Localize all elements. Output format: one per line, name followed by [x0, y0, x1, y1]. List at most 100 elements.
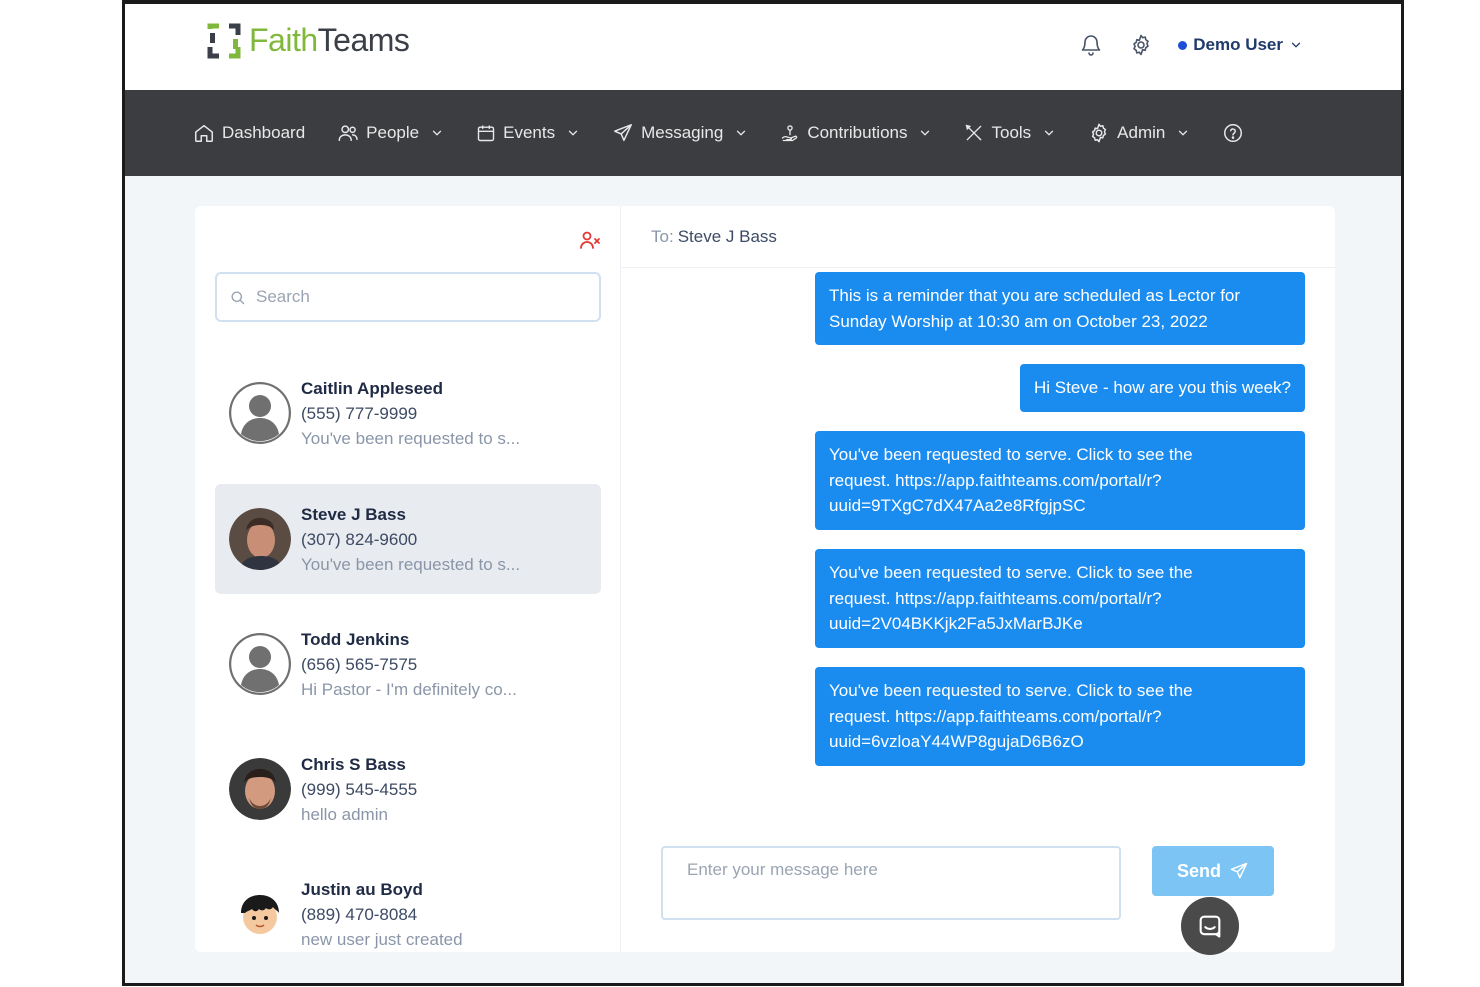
home-icon: [195, 124, 213, 142]
message-link[interactable]: uuid=6vzloaY44WP8gujaD6B6zO: [829, 729, 1291, 755]
contacts-panel: Caitlin Appleseed (555) 777-9999 You've …: [195, 206, 621, 952]
support-chat-launcher[interactable]: [1181, 897, 1239, 955]
contact-item[interactable]: Chris S Bass (999) 545-4555 hello admin: [215, 734, 601, 844]
faithteams-logo[interactable]: FaithTeams: [207, 22, 410, 59]
nav-dashboard-label: Dashboard: [222, 123, 306, 142]
paper-plane-icon: [1230, 862, 1248, 879]
notifications-button[interactable]: [1078, 32, 1104, 58]
chevron-down-icon: [921, 130, 930, 136]
default-avatar-icon: [229, 382, 291, 444]
user-menu[interactable]: Demo User: [1178, 35, 1303, 55]
contact-name: Steve J Bass: [301, 504, 406, 524]
contact-info: Caitlin Appleseed (555) 777-9999 You've …: [301, 376, 520, 451]
contact-item[interactable]: Todd Jenkins (656) 565-7575 Hi Pastor - …: [215, 609, 601, 719]
contact-preview: You've been requested to s...: [301, 554, 521, 574]
gear-icon: [1092, 123, 1107, 143]
contact-phone: (656) 565-7575: [301, 654, 418, 674]
message-line: Sunday Worship at 10:30 am on October 23…: [829, 311, 1208, 331]
cartoon-avatar-icon: [229, 883, 291, 945]
contact-name: Justin au Boyd: [301, 879, 423, 899]
message-link[interactable]: uuid=2V04BKKjk2Fa5JxMarBJKe: [829, 611, 1291, 637]
contact-info: Todd Jenkins (656) 565-7575 Hi Pastor - …: [301, 627, 517, 702]
avatar: [229, 508, 291, 570]
chevron-down-icon: [737, 130, 746, 136]
logo-text-teams: Teams: [317, 22, 410, 58]
nav-dashboard[interactable]: Dashboard: [193, 122, 305, 144]
settings-button[interactable]: [1128, 32, 1154, 58]
tools-icon: [966, 124, 982, 141]
message-line: Hi Steve - how are you this week?: [1033, 378, 1291, 397]
contact-preview: Hi Pastor - I'm definitely co...: [301, 679, 517, 699]
conversation-panel: To: Steve J Bass This is a reminder that…: [622, 206, 1335, 952]
contact-phone: (889) 470-8084: [301, 904, 418, 924]
remove-contact-button[interactable]: [578, 228, 602, 257]
logo-text: FaithTeams: [249, 22, 410, 59]
recipient-name: Steve J Bass: [677, 226, 777, 246]
send-button[interactable]: Send: [1152, 846, 1274, 896]
paper-plane-icon: [614, 124, 633, 142]
gear-icon: [1133, 34, 1150, 56]
chevron-down-icon: [568, 130, 578, 136]
user-remove-icon: [580, 231, 600, 249]
message-line: You've been requested to serve. Click to…: [829, 445, 1193, 464]
contact-item[interactable]: Justin au Boyd (889) 470-8084 new user j…: [215, 859, 601, 969]
top-header: FaithTeams Demo User: [125, 4, 1401, 90]
avatar: [229, 633, 291, 695]
message-line: This is a reminder that you are schedule…: [829, 286, 1241, 305]
nav-tools[interactable]: Tools: [964, 123, 1056, 143]
logo-text-faith: Faith: [249, 22, 318, 58]
contact-preview: hello admin: [301, 804, 388, 824]
message-link[interactable]: request. https://app.faithteams.com/port…: [829, 468, 1291, 494]
message-line: You've been requested to serve. Click to…: [829, 681, 1193, 700]
nav-messaging[interactable]: Messaging: [612, 122, 748, 144]
online-status-dot: [1178, 40, 1188, 50]
nav-events-label: Events: [503, 123, 556, 142]
message-input[interactable]: [661, 846, 1121, 920]
nav-events[interactable]: Events: [476, 123, 580, 143]
contact-preview: new user just created: [301, 929, 463, 949]
search-input[interactable]: [256, 287, 576, 307]
contact-item-selected[interactable]: Steve J Bass (307) 824-9600 You've been …: [215, 484, 601, 594]
contact-info: Chris S Bass (999) 545-4555 hello admin: [301, 752, 417, 827]
avatar: [229, 758, 291, 820]
search-icon: [231, 290, 245, 304]
chevron-down-icon: [432, 130, 442, 136]
calendar-icon: [477, 125, 495, 142]
help-circle-icon: [1224, 124, 1243, 142]
send-label: Send: [1176, 860, 1221, 881]
message-bubble: You've been requested to serve. Click to…: [815, 431, 1305, 530]
message-line: You've been requested to serve. Click to…: [829, 563, 1193, 582]
nav-admin-label: Admin: [1117, 123, 1166, 142]
contact-phone: (999) 545-4555: [301, 779, 418, 799]
nav-people[interactable]: People: [337, 122, 444, 144]
chevron-down-icon: [1179, 130, 1188, 136]
contact-phone: (555) 777-9999: [301, 403, 418, 423]
main-nav: Dashboard People Events Messaging Contri…: [125, 90, 1401, 176]
contact-info: Steve J Bass (307) 824-9600 You've been …: [301, 502, 520, 577]
recipient-bar: To: Steve J Bass: [622, 206, 1335, 268]
people-icon: [338, 125, 358, 142]
header-actions: Demo User: [1078, 32, 1303, 58]
message-link[interactable]: request. https://app.faithteams.com/port…: [829, 586, 1291, 612]
messaging-card: Caitlin Appleseed (555) 777-9999 You've …: [195, 206, 1335, 952]
chevron-down-icon: [1291, 42, 1301, 48]
message-link[interactable]: request. https://app.faithteams.com/port…: [829, 704, 1291, 730]
bell-icon: [1081, 35, 1101, 56]
nav-help[interactable]: [1222, 122, 1244, 144]
logo-mark-icon: [207, 23, 241, 58]
message-bubble: This is a reminder that you are schedule…: [815, 272, 1305, 345]
default-avatar-icon: [229, 633, 291, 695]
chat-icon: [1199, 915, 1221, 938]
contact-item[interactable]: Caitlin Appleseed (555) 777-9999 You've …: [215, 358, 601, 468]
user-name: Demo User: [1193, 35, 1283, 54]
nav-admin[interactable]: Admin: [1088, 122, 1190, 144]
contact-phone: (307) 824-9600: [301, 529, 418, 549]
app-window: FaithTeams Demo User Dashboard People Ev…: [122, 0, 1404, 986]
nav-contributions[interactable]: Contributions: [780, 123, 932, 143]
nav-contributions-label: Contributions: [807, 123, 908, 142]
person-photo-icon: [229, 758, 291, 820]
message-link[interactable]: uuid=9TXgC7dX47Aa2e8RfgjpSC: [829, 493, 1291, 519]
message-bubble: You've been requested to serve. Click to…: [815, 549, 1305, 648]
message-bubble: You've been requested to serve. Click to…: [815, 667, 1305, 766]
avatar: [229, 382, 291, 444]
